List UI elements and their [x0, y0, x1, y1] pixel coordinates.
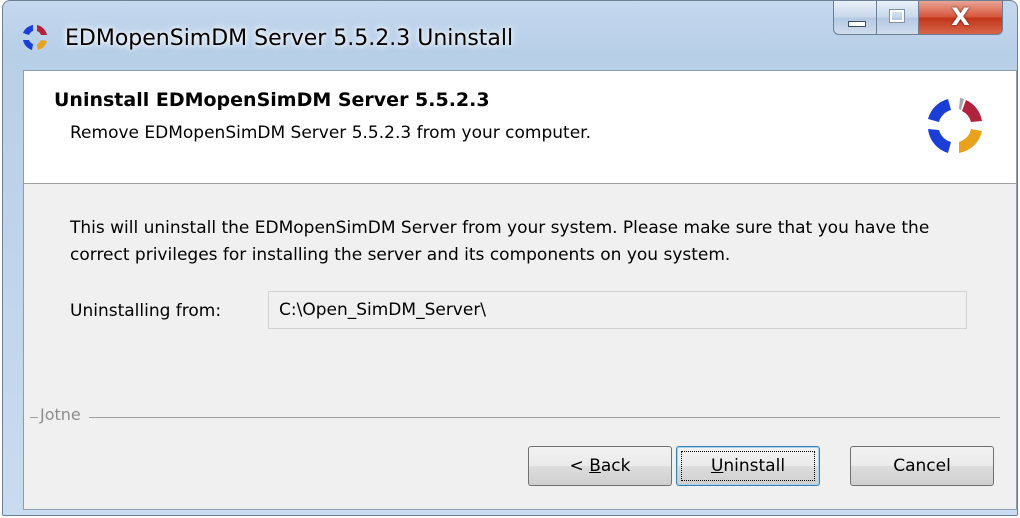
uninstall-dialog-window: EDMopenSimDM Server 5.5.2.3 Uninstall X …	[2, 0, 1018, 516]
maximize-icon	[889, 9, 905, 23]
uninstall-from-label: Uninstalling from:	[70, 301, 222, 321]
window-title: EDMopenSimDM Server 5.5.2.3 Uninstall	[65, 26, 514, 51]
back-prefix: <	[569, 456, 590, 476]
minimize-button[interactable]	[833, 1, 877, 35]
uninstall-path-field[interactable]: C:\Open_SimDM_Server\	[268, 291, 967, 329]
branding-text: Jotne	[38, 405, 89, 424]
branding-divider	[30, 417, 1000, 418]
back-label-rest: ack	[600, 456, 631, 476]
page-subtitle: Remove EDMopenSimDM Server 5.5.2.3 from …	[70, 123, 592, 143]
edm-logo-icon	[928, 98, 982, 153]
focus-rectangle	[681, 451, 815, 481]
back-accelerator: B	[589, 456, 601, 476]
maximize-button[interactable]	[877, 1, 919, 35]
close-button[interactable]: X	[919, 1, 1003, 35]
close-icon: X	[951, 3, 970, 31]
title-bar[interactable]: EDMopenSimDM Server 5.5.2.3 Uninstall X	[3, 1, 1017, 71]
page-title: Uninstall EDMopenSimDM Server 5.5.2.3	[54, 89, 490, 111]
dialog-client-area: Uninstall EDMopenSimDM Server 5.5.2.3 Re…	[23, 70, 1017, 510]
cancel-button[interactable]: Cancel	[850, 446, 994, 486]
uninstall-button[interactable]: Uninstall	[676, 446, 820, 486]
dialog-header: Uninstall EDMopenSimDM Server 5.5.2.3 Re…	[24, 71, 1016, 184]
back-button[interactable]: < Back	[528, 446, 672, 486]
caption-buttons: X	[833, 1, 1003, 37]
minimize-icon	[848, 21, 866, 27]
edm-logo-icon	[23, 25, 47, 50]
description-text: This will uninstall the EDMopenSimDM Ser…	[70, 218, 930, 265]
